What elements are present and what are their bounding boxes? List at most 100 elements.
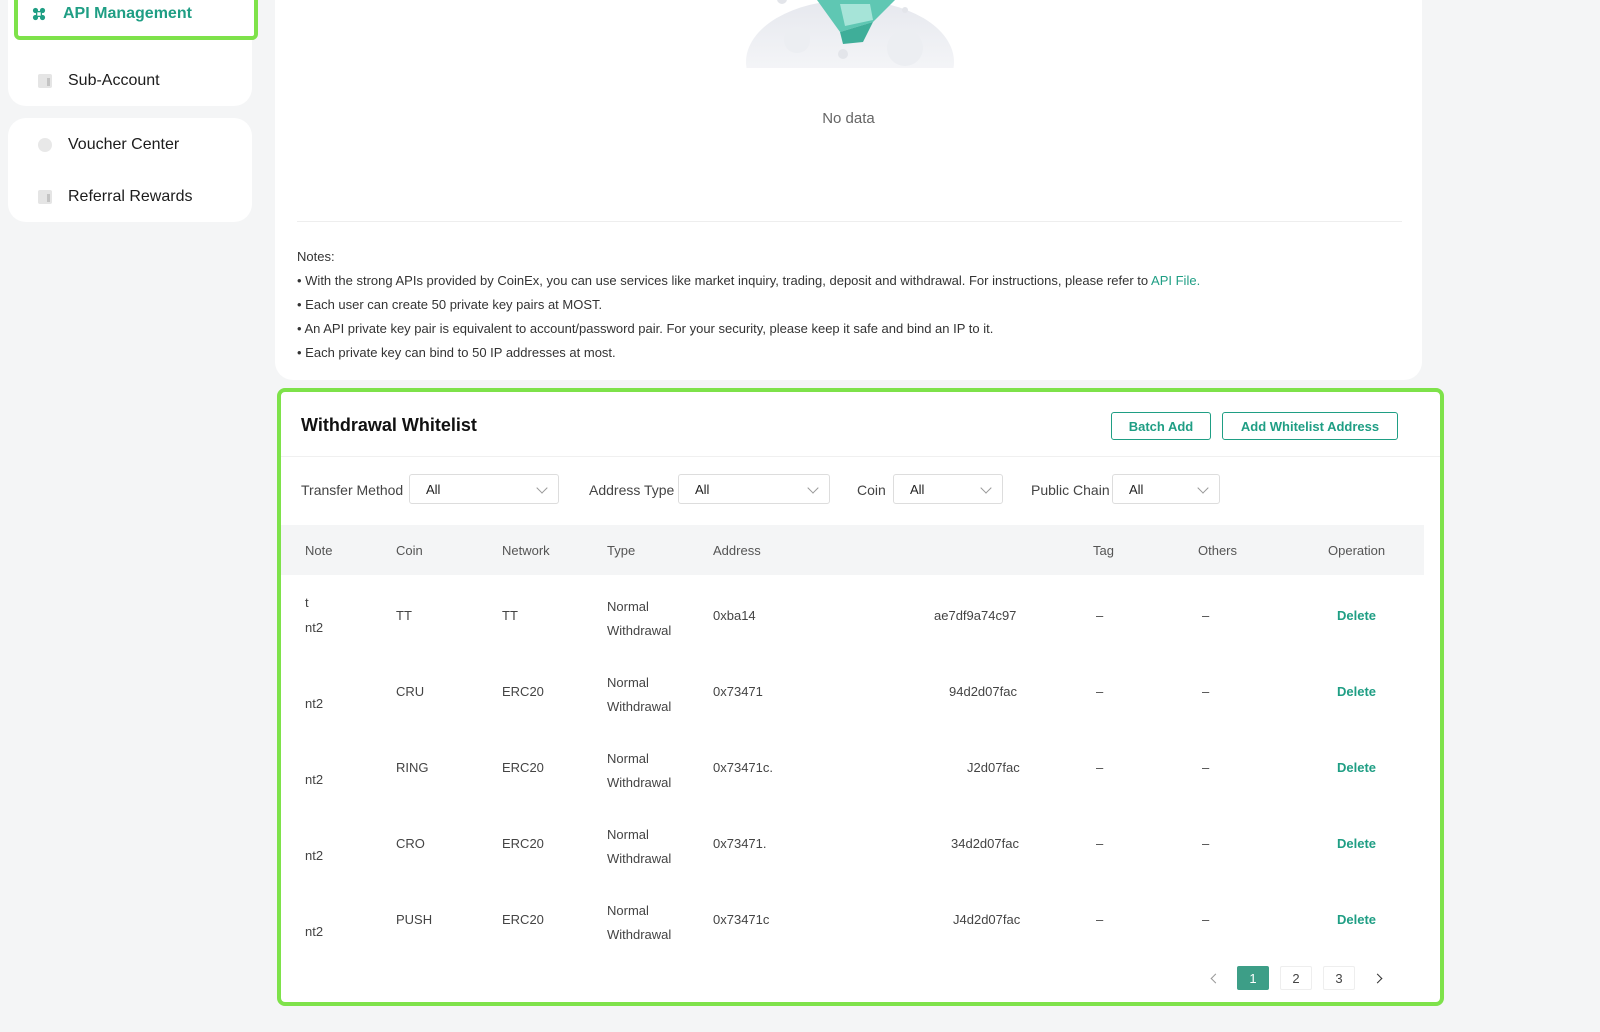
referral-icon — [38, 190, 52, 204]
address-end: J4d2d07fac — [953, 912, 1021, 927]
filter-label-address-type: Address Type — [589, 482, 675, 498]
tag-cell: – — [1096, 684, 1104, 699]
transfer-method-select[interactable]: All — [409, 474, 559, 504]
tag-cell: – — [1096, 912, 1104, 927]
column-header-tag: Tag — [1093, 543, 1114, 558]
divider — [297, 221, 1402, 222]
pagination-page-1[interactable]: 1 — [1237, 966, 1269, 990]
network-cell: ERC20 — [502, 684, 544, 699]
column-header-coin: Coin — [396, 543, 423, 558]
address-type-select[interactable]: All — [678, 474, 830, 504]
coin-cell: CRU — [396, 684, 425, 699]
add-whitelist-address-button[interactable]: Add Whitelist Address — [1222, 412, 1398, 440]
select-value: All — [426, 481, 441, 497]
note-cell: nt2 — [305, 620, 324, 635]
voucher-icon — [38, 138, 52, 152]
chevron-down-icon — [807, 482, 819, 494]
coin-cell: CRO — [396, 836, 425, 851]
table-row: nt2 CRU ERC20 Normal Withdrawal 0x73471 9… — [281, 654, 1424, 730]
others-cell: – — [1202, 608, 1210, 623]
network-cell: ERC20 — [502, 912, 544, 927]
delete-button[interactable]: Delete — [1337, 608, 1376, 623]
public-chain-select[interactable]: All — [1112, 474, 1220, 504]
api-icon — [32, 7, 46, 21]
network-cell: ERC20 — [502, 760, 544, 775]
tag-cell: – — [1096, 608, 1104, 623]
notes-title: Notes: — [297, 249, 335, 264]
type-cell: Normal Withdrawal — [607, 751, 672, 790]
address-start: 0xba14 — [713, 608, 756, 623]
note-item: • An API private key pair is equivalent … — [297, 321, 994, 336]
column-header-address: Address — [713, 543, 761, 558]
others-cell: – — [1202, 912, 1210, 927]
delete-button[interactable]: Delete — [1337, 836, 1376, 851]
type-cell: Normal Withdrawal — [607, 827, 672, 866]
others-cell: – — [1202, 836, 1210, 851]
coin-select[interactable]: All — [893, 474, 1003, 504]
chevron-down-icon — [1197, 482, 1209, 494]
address-end: 94d2d07fac — [949, 684, 1017, 699]
column-header-type: Type — [607, 543, 636, 558]
sidebar-item-label: Voucher Center — [68, 136, 180, 153]
filter-label-transfer-method: Transfer Method — [301, 482, 404, 498]
coin-cell: RING — [396, 760, 429, 775]
note-cell: nt2 — [305, 696, 324, 711]
sidebar-item-voucher-center[interactable]: Voucher Center — [16, 122, 244, 168]
filter-label-coin: Coin — [857, 482, 886, 498]
filter-label-public-chain: Public Chain — [1031, 482, 1110, 498]
delete-button[interactable]: Delete — [1337, 684, 1376, 699]
column-header-others: Others — [1198, 543, 1238, 558]
sidebar-item-api-management[interactable]: API Management — [14, 0, 258, 40]
address-start: 0x73471c. — [713, 760, 773, 775]
empty-box-icon — [746, 0, 954, 68]
sidebar-item-label: Referral Rewards — [68, 188, 193, 205]
whitelist-title: Withdrawal Whitelist — [301, 415, 477, 435]
sidebar-item-sub-account[interactable]: Sub-Account — [16, 58, 244, 104]
sidebar-item-label: API Management — [63, 5, 192, 22]
delete-button[interactable]: Delete — [1337, 912, 1376, 927]
note-item: • Each private key can bind to 50 IP add… — [297, 345, 616, 360]
address-start: 0x73471 — [713, 684, 763, 699]
coin-cell: PUSH — [396, 912, 433, 927]
pagination-prev-icon[interactable] — [1207, 966, 1223, 990]
others-cell: – — [1202, 684, 1210, 699]
chevron-down-icon — [980, 482, 992, 494]
pagination-page-2[interactable]: 2 — [1280, 966, 1312, 990]
table-header: Note Coin Network Type Address Tag Other… — [281, 525, 1424, 575]
sidebar-group-rewards: Voucher Center Referral Rewards — [8, 118, 252, 222]
type-cell: Normal Withdrawal — [607, 675, 672, 714]
note-item: • Each user can create 50 private key pa… — [297, 297, 603, 312]
sub-account-icon — [38, 74, 52, 88]
sidebar-item-referral-rewards[interactable]: Referral Rewards — [16, 174, 244, 220]
withdrawal-whitelist-card: Withdrawal Whitelist Batch Add Add White… — [277, 388, 1444, 1006]
network-cell: TT — [502, 608, 518, 623]
type-cell: Normal Withdrawal — [607, 903, 672, 942]
tag-cell: – — [1096, 760, 1104, 775]
delete-button[interactable]: Delete — [1337, 760, 1376, 775]
others-cell: – — [1202, 760, 1210, 775]
note-cell: nt2 — [305, 772, 324, 787]
type-cell: Normal Withdrawal — [607, 599, 672, 638]
address-end: ae7df9a74c97 — [934, 608, 1017, 623]
divider — [281, 456, 1440, 457]
batch-add-button[interactable]: Batch Add — [1111, 412, 1211, 440]
pagination-page-3[interactable]: 3 — [1323, 966, 1355, 990]
address-start: 0x73471c — [713, 912, 770, 927]
column-header-network: Network — [502, 543, 550, 558]
address-end: 34d2d07fac — [951, 836, 1019, 851]
api-file-link[interactable]: API File — [1151, 273, 1197, 288]
api-notes: Notes: • With the strong APIs provided b… — [297, 245, 1200, 365]
address-start: 0x73471. — [713, 836, 767, 851]
sidebar-group-account: API Management Sub-Account — [8, 0, 258, 106]
address-end: J2d07fac — [967, 760, 1020, 775]
table-row: nt2 PUSH ERC20 Normal Withdrawal 0x73471c… — [281, 882, 1424, 958]
tag-cell: – — [1096, 836, 1104, 851]
sidebar-item-label: Sub-Account — [68, 72, 160, 89]
note-item: • With the strong APIs provided by CoinE… — [297, 273, 1201, 288]
pagination-next-icon[interactable] — [1369, 966, 1385, 990]
table-row: nt2 RING ERC20 Normal Withdrawal 0x73471c… — [281, 730, 1424, 806]
note-cell: nt2 — [305, 924, 324, 939]
network-cell: ERC20 — [502, 836, 544, 851]
note-cell: t — [305, 595, 309, 610]
empty-state-text: No data — [822, 110, 875, 127]
